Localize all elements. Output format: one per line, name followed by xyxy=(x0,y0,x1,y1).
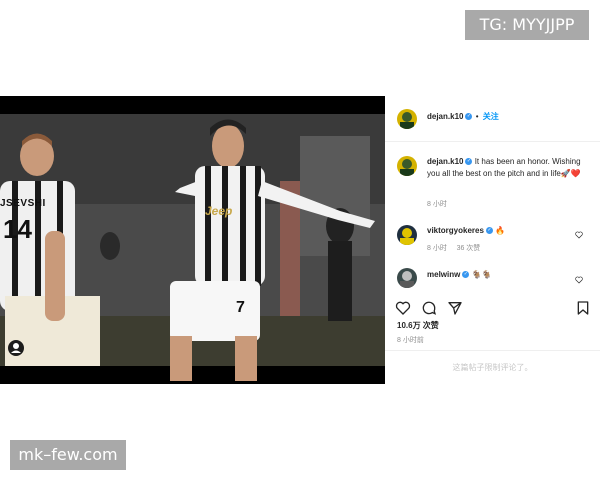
comment-username[interactable]: viktorgyokeres xyxy=(427,226,484,235)
right-jersey-sponsor: Jeep xyxy=(205,204,233,218)
user-tag-icon[interactable] xyxy=(8,340,24,356)
caption-username[interactable]: dejan.k10 xyxy=(427,157,463,166)
post-photo[interactable]: JSEVSHI 14 Jeep 7 xyxy=(0,96,385,384)
likes-count[interactable]: 10.6万 次赞 xyxy=(397,320,439,331)
caption-avatar[interactable] xyxy=(397,156,417,176)
comment-text-block: melwinw ✓ 🐐🐐 xyxy=(427,269,587,281)
comment-bubble-icon[interactable] xyxy=(421,300,437,316)
comment-like-heart-icon[interactable] xyxy=(575,231,583,239)
comment-text-block: viktorgyokeres ✓ 🔥 xyxy=(427,225,587,237)
watermark-bottom: mk–few.com xyxy=(10,440,126,470)
verified-badge-icon: ✓ xyxy=(465,113,473,121)
verified-badge-icon: ✓ xyxy=(465,158,473,166)
comment-time: 8 小时 xyxy=(427,245,447,252)
post-side-panel: dejan.k10 ✓ • 关注 dejan.k10 ✓ It has been a… xyxy=(385,96,600,384)
right-shorts-number: 7 xyxy=(236,299,245,316)
post-header: dejan.k10 ✓ • 关注 xyxy=(385,96,600,142)
left-jersey-number: 14 xyxy=(3,214,32,244)
post-timestamp: 8 小时前 xyxy=(397,337,424,344)
follow-button[interactable]: 关注 xyxy=(483,112,499,121)
commenter-avatar[interactable] xyxy=(397,268,417,288)
paper-plane-icon[interactable] xyxy=(447,300,463,316)
caption-text-block: dejan.k10 ✓ It has been an honor. Wishing… xyxy=(427,156,587,180)
photo-illustration xyxy=(0,96,385,384)
comment-meta: 8 小时 36 次赞 xyxy=(427,243,480,253)
comment-username[interactable]: melwinw xyxy=(427,270,460,279)
caption-time: 8 小时 xyxy=(427,201,447,208)
post-author-line: dejan.k10 ✓ • 关注 xyxy=(427,112,499,122)
verified-badge-icon: ✓ xyxy=(485,227,493,235)
bookmark-icon[interactable] xyxy=(575,300,591,316)
commenter-avatar[interactable] xyxy=(397,225,417,245)
comment-text: 🔥 xyxy=(495,226,506,235)
heart-icon[interactable] xyxy=(395,300,411,316)
watermark-top: TG: MYYJJPP xyxy=(465,10,589,40)
comment-likes[interactable]: 36 次赞 xyxy=(457,245,481,252)
divider xyxy=(385,350,600,351)
comment-text: 🐐🐐 xyxy=(471,270,492,279)
verified-badge-icon: ✓ xyxy=(462,271,470,279)
post-author-username[interactable]: dejan.k10 xyxy=(427,112,463,121)
separator-dot: • xyxy=(475,112,479,121)
comments-closed-notice: 这篇帖子限制评论了。 xyxy=(452,363,533,372)
comment-like-heart-icon[interactable] xyxy=(575,276,583,284)
left-jersey-name: JSEVSHI xyxy=(0,198,46,209)
author-avatar[interactable] xyxy=(397,109,417,129)
